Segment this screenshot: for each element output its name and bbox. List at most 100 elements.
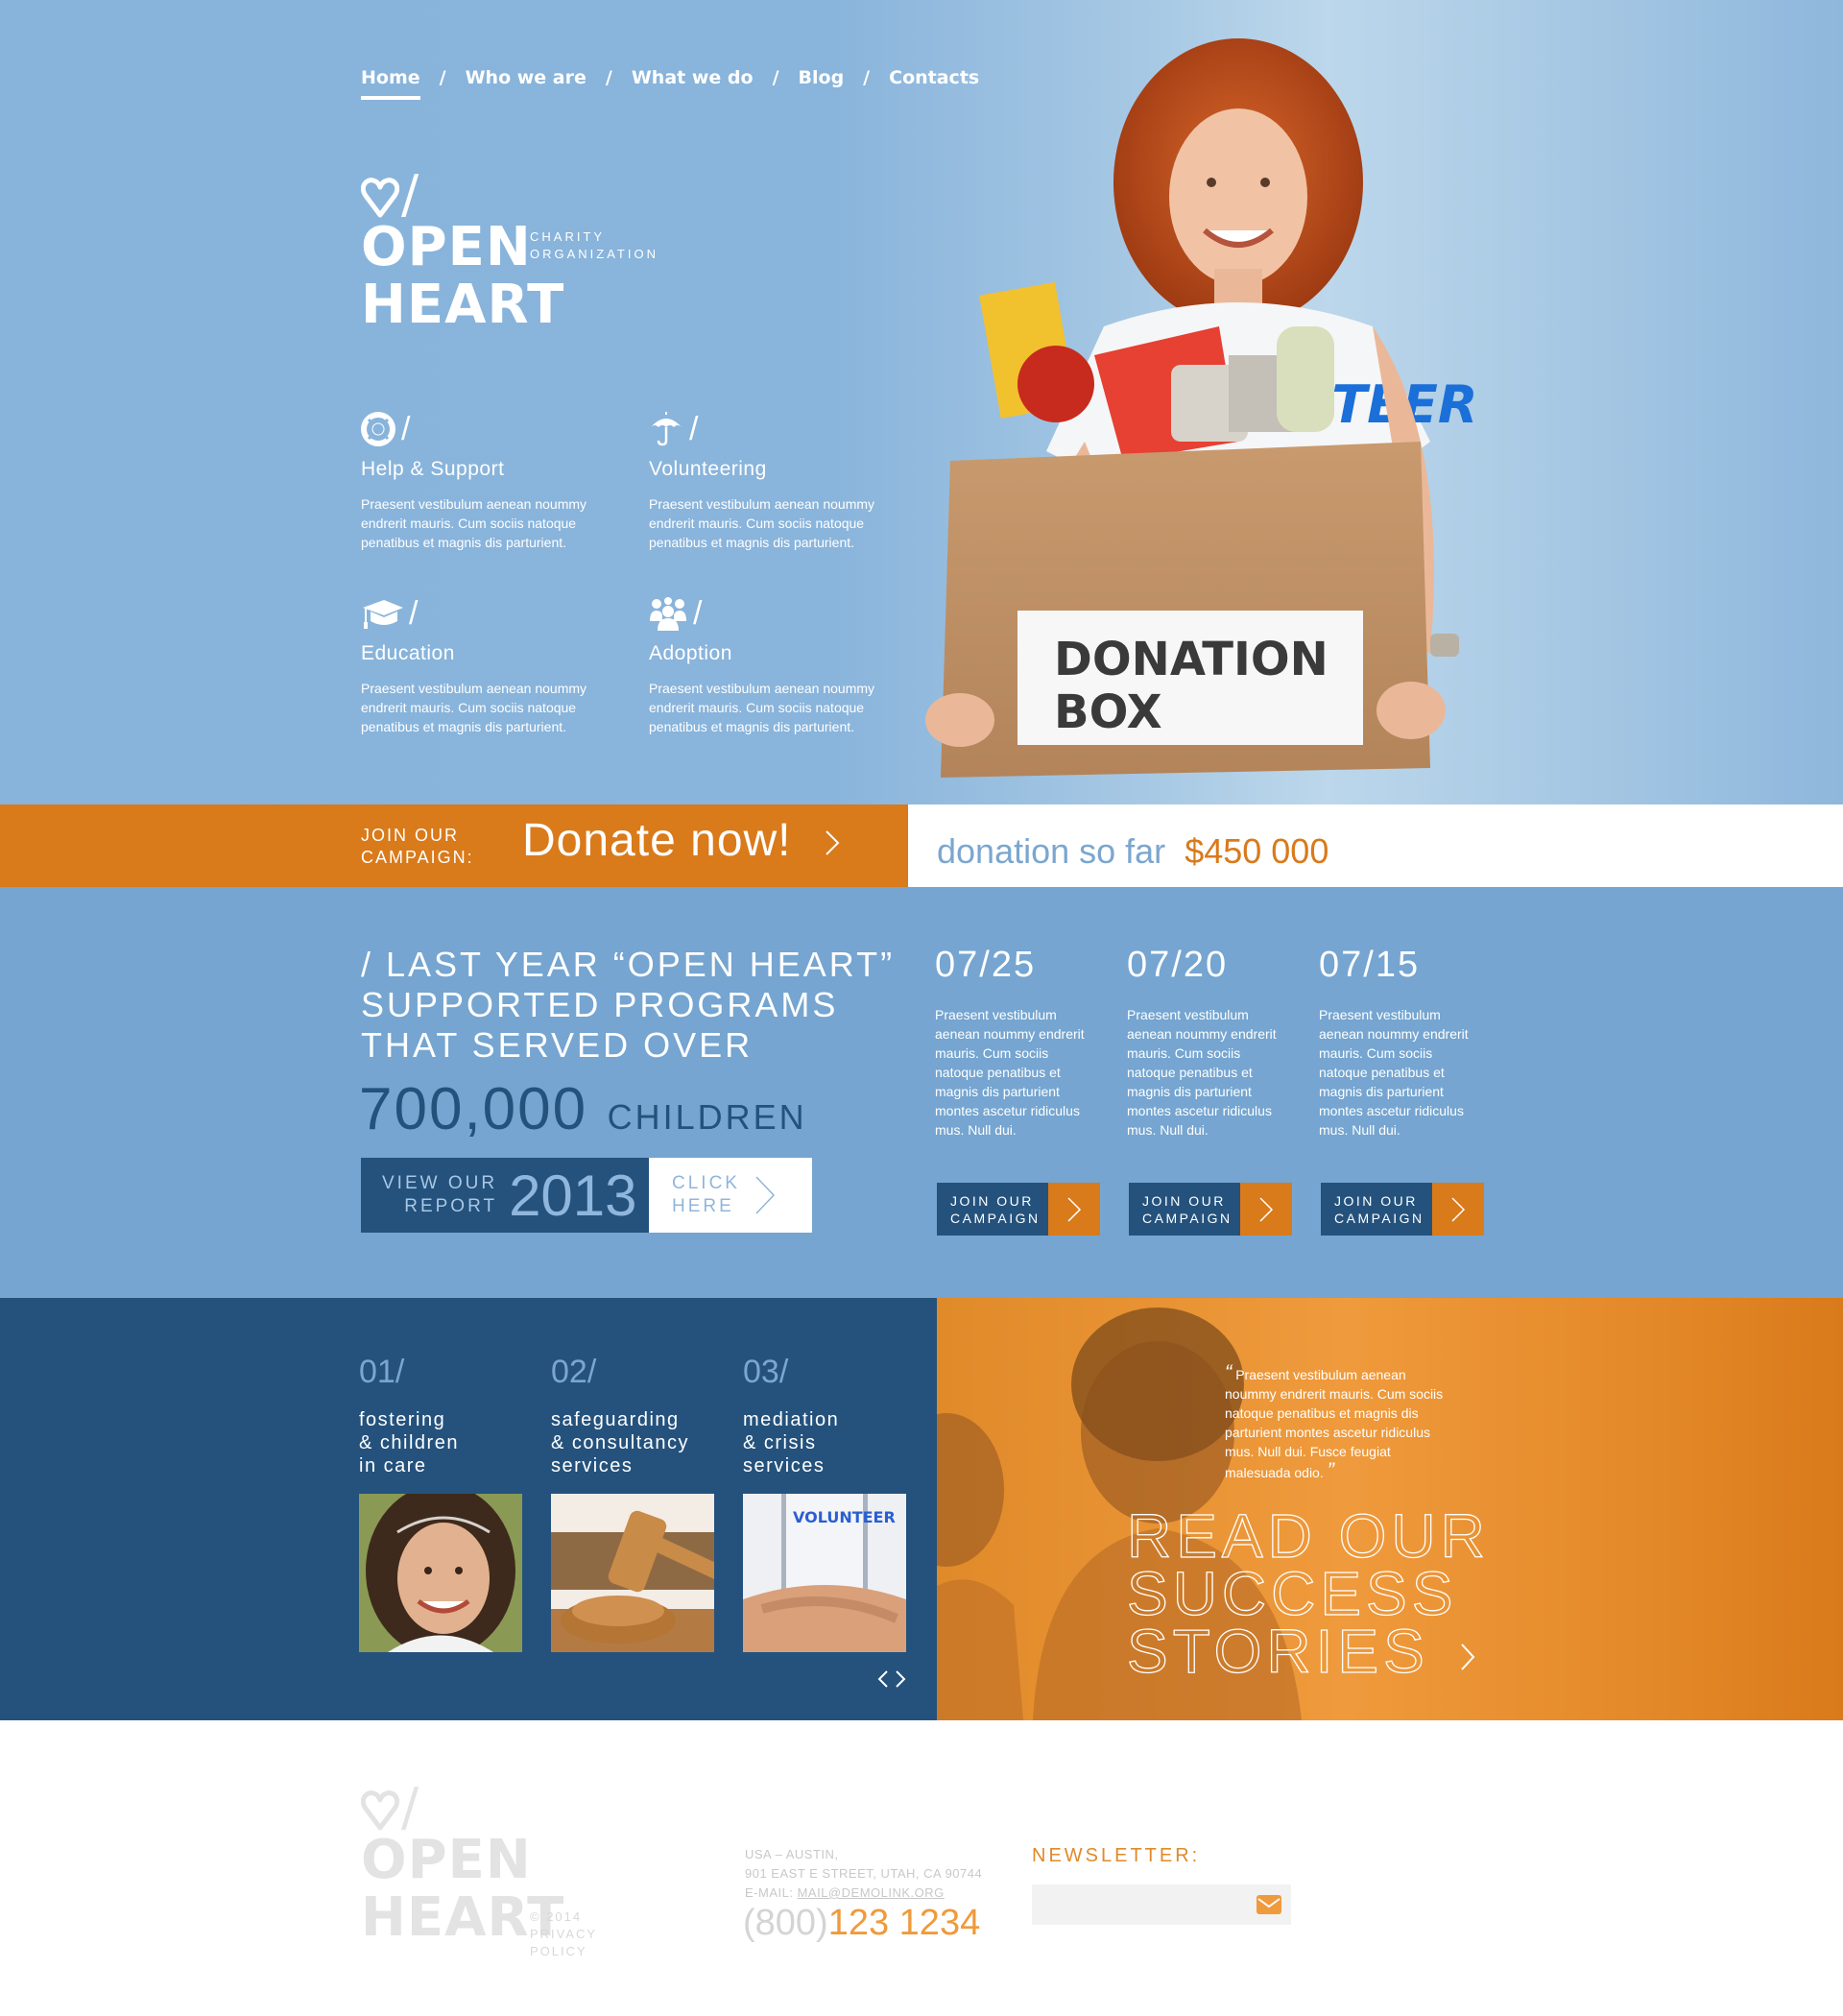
newsletter-title: NEWSLETTER: — [1032, 1845, 1201, 1866]
footer-address: USA – AUSTIN, 901 EAST E STREET, UTAH, C… — [745, 1845, 982, 1903]
report-label-block: VIEW OUR REPORT 2013 — [361, 1158, 649, 1233]
program-number: 03/ — [743, 1354, 789, 1390]
stats-headline-line2: SUPPORTED PROGRAMS — [361, 985, 839, 1024]
news-date: 07/20 — [1127, 945, 1229, 985]
program-title-line: services — [551, 1455, 634, 1476]
feature-adoption[interactable]: / Adoption Praesent vestibulum aenean no… — [649, 592, 889, 736]
logo-slash: / — [401, 164, 419, 225]
chevron-right-icon — [826, 830, 840, 856]
feature-title: Help & Support — [361, 458, 505, 480]
privacy-policy-link[interactable]: PRIVACY POLICY — [530, 1927, 597, 1958]
children-unit: CHILDREN — [607, 1097, 807, 1137]
chevron-left-icon — [877, 1670, 888, 1688]
newsletter-box — [1032, 1884, 1291, 1925]
feature-text: Praesent vestibulum aenean noummy endrer… — [649, 681, 875, 734]
donate-now-button[interactable]: Donate now! — [522, 814, 842, 867]
stories-line2: SUCCESS — [1126, 1559, 1458, 1628]
nav-blog[interactable]: Blog — [799, 67, 845, 96]
nav-separator: / — [439, 67, 446, 88]
volunteer-hero-photo: VOLUNTEER DONATION BOX — [925, 38, 1477, 778]
join-btn-line2: CAMPAIGN — [1334, 1211, 1424, 1226]
program-item[interactable]: 02/ safeguarding & consultancy services — [551, 1354, 714, 1652]
program-item[interactable]: 01/ fostering & children in care — [359, 1354, 522, 1652]
success-stories-section: “ Praesent vestibulum aenean noummy endr… — [937, 1298, 1843, 1720]
nav-home[interactable]: Home — [361, 67, 420, 100]
report-banner: VIEW OUR REPORT 2013 CLICK HERE — [361, 1158, 812, 1233]
program-title-line: & children — [359, 1432, 459, 1453]
news-date: 07/15 — [1319, 945, 1421, 985]
join-btn-line1: JOIN OUR — [1142, 1193, 1226, 1209]
email-label: E-MAIL: — [745, 1885, 794, 1900]
program-title: mediation & crisis services — [743, 1408, 906, 1477]
join-campaign-button[interactable]: JOIN OUR CAMPAIGN — [937, 1183, 1100, 1236]
donate-bar: JOIN OUR CAMPAIGN: Donate now! — [0, 804, 908, 887]
chevron-right-icon — [1451, 1196, 1466, 1222]
logo-subtitle-line2: ORGANIZATION — [530, 247, 658, 261]
nav-contacts[interactable]: Contacts — [889, 67, 979, 96]
nav-what-we-do[interactable]: What we do — [632, 67, 754, 96]
copyright-text: © 2014 — [530, 1909, 583, 1924]
donate-now-label: Donate now! — [522, 815, 792, 866]
gavel-photo[interactable] — [551, 1494, 714, 1652]
children-served: 700,000 CHILDREN — [359, 1075, 807, 1143]
donation-amount: $450 000 — [1185, 831, 1329, 871]
stats-headline: / LAST YEAR “OPEN HEART” SUPPORTED PROGR… — [361, 945, 937, 1066]
volunteers-hands-photo[interactable]: VOLUNTEER — [743, 1494, 906, 1652]
carousel-next-button[interactable] — [895, 1669, 906, 1693]
graduation-cap-icon — [363, 600, 403, 629]
page: VOLUNTEER DONATION BOX Home / Who w — [0, 0, 1843, 2016]
carousel-prev-button[interactable] — [877, 1669, 889, 1693]
program-title-line: safeguarding — [551, 1409, 680, 1430]
face-shape — [1169, 108, 1307, 285]
svg-text:VOLUNTEER: VOLUNTEER — [793, 1508, 896, 1526]
newsletter: NEWSLETTER: — [1032, 1845, 1291, 1925]
join-campaign-button[interactable]: JOIN OUR CAMPAIGN — [1129, 1183, 1292, 1236]
donation-total: donation so far $450 000 — [908, 804, 1843, 887]
stats-headline-line3: THAT SERVED OVER — [361, 1025, 754, 1065]
program-title-line: & consultancy — [551, 1432, 690, 1453]
program-title-line: mediation — [743, 1409, 840, 1430]
news-text: Praesent vestibulum aenean noummy endrer… — [1319, 1007, 1469, 1138]
join-campaign-button[interactable]: JOIN OUR CAMPAIGN — [1321, 1183, 1484, 1236]
news-item: 07/25 Praesent vestibulum aenean noummy … — [935, 945, 1098, 1140]
feature-help-support[interactable]: / Help & Support Praesent vestibulum aen… — [361, 408, 601, 552]
join-btn-line1: JOIN OUR — [950, 1193, 1034, 1209]
nav-who-we-are[interactable]: Who we are — [466, 67, 586, 96]
news-item: 07/15 Praesent vestibulum aenean noummy … — [1319, 945, 1482, 1140]
newsletter-submit-button[interactable] — [1257, 1895, 1281, 1919]
program-title: safeguarding & consultancy services — [551, 1408, 714, 1477]
close-quote-icon: ” — [1327, 1458, 1334, 1482]
site-logo[interactable]: / OPEN HEART CHARITY ORGANIZATION — [361, 164, 656, 334]
chevron-right-icon — [1460, 1644, 1474, 1670]
click-line1: CLICK — [672, 1173, 740, 1193]
program-item[interactable]: 03/ mediation & crisis services VOLUNTEE… — [743, 1354, 906, 1652]
program-title-line: in care — [359, 1455, 427, 1476]
report-line2: REPORT — [404, 1196, 498, 1216]
stats-section: / LAST YEAR “OPEN HEART” SUPPORTED PROGR… — [0, 887, 1843, 1298]
footer-logo-word-open: OPEN — [361, 1829, 532, 1891]
click-here-button[interactable]: CLICK HERE — [649, 1158, 812, 1233]
logo-mark: / — [361, 164, 564, 225]
donation-total-label: donation so far $450 000 — [937, 831, 1328, 872]
join-btn-line2: CAMPAIGN — [950, 1211, 1041, 1226]
donation-so-far-text: donation so far — [937, 831, 1166, 871]
smiling-girl-photo[interactable] — [359, 1494, 522, 1652]
join-campaign-label: JOIN OUR CAMPAIGN: — [361, 825, 474, 869]
news-text: Praesent vestibulum aenean noummy endrer… — [1127, 1007, 1277, 1138]
children-count: 700,000 — [359, 1076, 588, 1142]
email-link[interactable]: MAIL@DEMOLINK.ORG — [798, 1885, 945, 1900]
address-line2: 901 EAST E STREET, UTAH, CA 90744 — [745, 1866, 983, 1881]
newsletter-email-input[interactable] — [1032, 1884, 1243, 1925]
read-success-stories-link[interactable]: READ OUR SUCCESS STORIES — [1126, 1504, 1490, 1682]
footer-logo-slash: / — [401, 1777, 419, 1837]
footer-logo-mark: / — [361, 1777, 564, 1837]
chevron-right-icon — [1259, 1196, 1274, 1222]
join-btn-line2: CAMPAIGN — [1142, 1211, 1233, 1226]
feature-title: Education — [361, 642, 455, 664]
report-line1: VIEW OUR — [382, 1173, 498, 1193]
join-btn-line1: JOIN OUR — [1334, 1193, 1418, 1209]
chevron-right-icon — [755, 1176, 776, 1214]
join-label-line2: CAMPAIGN: — [361, 848, 474, 867]
feature-education[interactable]: / Education Praesent vestibulum aenean n… — [361, 592, 601, 736]
feature-volunteering[interactable]: / Volunteering Praesent vestibulum aenea… — [649, 408, 889, 552]
